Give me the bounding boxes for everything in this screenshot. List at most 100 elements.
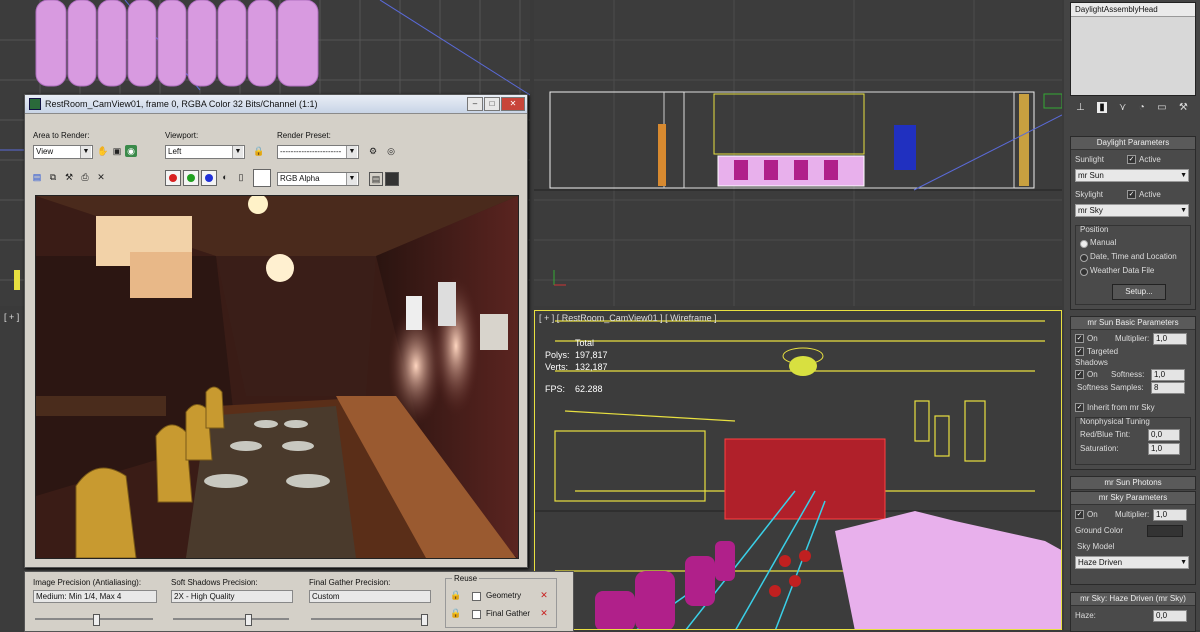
- nonphysical-group: Nonphysical Tuning Red/Blue Tint: 0,0 Sa…: [1075, 417, 1191, 465]
- display-tab-icon[interactable]: ▭: [1157, 102, 1166, 113]
- utilities-tab-icon[interactable]: ⚒: [1179, 102, 1188, 113]
- multiplier-spinner[interactable]: 1,0: [1153, 333, 1187, 345]
- haze-label: Haze:: [1075, 611, 1096, 620]
- channel-select[interactable]: RGB Alpha ▼: [277, 172, 359, 186]
- clear-geometry-icon[interactable]: ✕: [538, 589, 550, 601]
- soft-shadows-field[interactable]: 2X - High Quality: [171, 590, 293, 603]
- sunlight-active-checkbox[interactable]: ✓: [1127, 155, 1136, 164]
- sun-photons-title[interactable]: mr Sun Photons: [1071, 477, 1195, 490]
- close-button[interactable]: ✕: [501, 97, 525, 111]
- render-preset-value: -----------------------: [280, 147, 342, 156]
- minimize-button[interactable]: –: [467, 97, 483, 111]
- hand-icon[interactable]: ✋: [97, 145, 109, 157]
- clone-icon[interactable]: ⧉: [47, 171, 59, 183]
- toggle-ui-icon[interactable]: [385, 172, 399, 186]
- render-setup-icon[interactable]: ⚙: [367, 145, 379, 157]
- green-channel-toggle[interactable]: [183, 170, 199, 186]
- viewport-perspective-wireframe: [535, 320, 1061, 629]
- skylight-select[interactable]: mr Sky ▼: [1075, 204, 1189, 217]
- lock-icon[interactable]: 🔒: [253, 145, 265, 157]
- sky-params-title[interactable]: mr Sky Parameters: [1071, 492, 1195, 505]
- object-name[interactable]: DaylightAssemblyHead: [1071, 3, 1195, 17]
- blue-channel-toggle[interactable]: [201, 170, 217, 186]
- daylight-params-title[interactable]: Daylight Parameters: [1071, 137, 1195, 150]
- final-gather-slider[interactable]: [311, 614, 428, 626]
- sky-model-select[interactable]: Haze Driven ▼: [1075, 556, 1189, 569]
- inherit-checkbox[interactable]: ✓: [1075, 403, 1084, 412]
- fps-value: 62.288: [575, 384, 603, 394]
- targeted-label: Targeted: [1087, 347, 1119, 356]
- render-icon[interactable]: ◉: [125, 145, 137, 157]
- sun-on-checkbox[interactable]: ✓: [1075, 334, 1084, 343]
- skylight-label: Skylight: [1075, 190, 1104, 199]
- softness-spinner[interactable]: 1,0: [1151, 369, 1185, 381]
- softness-label: Softness:: [1111, 370, 1145, 379]
- object-preview[interactable]: DaylightAssemblyHead: [1070, 2, 1196, 96]
- reuse-group: Reuse 🔒 Geometry ✕ 🔒 Final Gather ✕: [445, 574, 557, 628]
- sky-on-checkbox[interactable]: ✓: [1075, 510, 1084, 519]
- region-icon[interactable]: ▣: [111, 145, 123, 157]
- sun-photons-rollout: mr Sun Photons: [1070, 476, 1196, 490]
- saturation-spinner[interactable]: 1,0: [1148, 443, 1180, 455]
- image-precision-field[interactable]: Medium: Min 1/4, Max 4: [33, 590, 157, 603]
- haze-spinner[interactable]: 0,0: [1153, 610, 1187, 622]
- lock-icon[interactable]: 🔒: [450, 607, 462, 619]
- area-to-render-select[interactable]: View ▼: [33, 145, 93, 159]
- manual-radio[interactable]: [1080, 240, 1088, 248]
- create-tab-icon[interactable]: ⊥: [1076, 102, 1085, 113]
- sky-model-label: Sky Model: [1077, 542, 1115, 551]
- weather-file-radio[interactable]: [1080, 268, 1088, 276]
- print-icon[interactable]: ⎙: [79, 171, 91, 183]
- alpha-toggle-icon[interactable]: ◐: [219, 171, 231, 183]
- maximize-button[interactable]: □: [484, 97, 500, 111]
- rendered-frame-window[interactable]: RestRoom_CamView01, frame 0, RGBA Color …: [24, 94, 528, 568]
- channel-value: RGB Alpha: [280, 174, 320, 183]
- geometry-checkbox[interactable]: [472, 592, 481, 601]
- soft-shadows-slider[interactable]: [173, 614, 289, 626]
- tools-icon[interactable]: ⚒: [63, 171, 75, 183]
- shadows-on-checkbox[interactable]: ✓: [1075, 370, 1084, 379]
- rendered-frame-titlebar[interactable]: RestRoom_CamView01, frame 0, RGBA Color …: [25, 95, 527, 114]
- redblue-spinner[interactable]: 0,0: [1148, 429, 1180, 441]
- skylight-value: mr Sky: [1078, 206, 1103, 215]
- motion-tab-icon[interactable]: ◔: [1139, 102, 1145, 113]
- chevron-down-icon: ▼: [232, 146, 243, 158]
- softness-samples-spinner[interactable]: 8: [1151, 382, 1185, 394]
- viewport-left-label[interactable]: [ + ]: [4, 312, 19, 322]
- skylight-active-checkbox[interactable]: ✓: [1127, 190, 1136, 199]
- sun-basic-title[interactable]: mr Sun Basic Parameters: [1071, 317, 1195, 330]
- clear-final-gather-icon[interactable]: ✕: [538, 607, 550, 619]
- lock-icon[interactable]: 🔒: [450, 589, 462, 601]
- viewport-left[interactable]: [534, 0, 1062, 306]
- date-time-radio[interactable]: [1080, 254, 1088, 262]
- targeted-checkbox[interactable]: ✓: [1075, 347, 1084, 356]
- shadows-on-label: On: [1087, 370, 1098, 379]
- color-swatch[interactable]: [253, 169, 271, 187]
- render-preset-select[interactable]: ----------------------- ▼: [277, 145, 359, 159]
- sun-basic-rollout: mr Sun Basic Parameters ✓ On Multiplier:…: [1070, 316, 1196, 470]
- environment-icon[interactable]: ◎: [385, 145, 397, 157]
- haze-title[interactable]: mr Sky: Haze Driven (mr Sky): [1071, 593, 1195, 606]
- sunlight-select[interactable]: mr Sun ▼: [1075, 169, 1189, 182]
- red-channel-toggle[interactable]: [165, 170, 181, 186]
- image-precision-slider[interactable]: [35, 614, 153, 626]
- viewport-value: Left: [168, 147, 182, 156]
- sun-on-label: On: [1087, 334, 1098, 343]
- sky-multiplier-spinner[interactable]: 1,0: [1153, 509, 1187, 521]
- modify-tab-icon[interactable]: ▮: [1097, 101, 1107, 113]
- save-icon[interactable]: ▤: [31, 171, 43, 183]
- viewport-perspective-label[interactable]: [ + ] [ RestRoom_CamView01 ] [ Wireframe…: [539, 313, 717, 323]
- manual-label: Manual: [1090, 238, 1117, 247]
- final-gather-checkbox[interactable]: [472, 610, 481, 619]
- clear-icon[interactable]: ✕: [95, 171, 107, 183]
- stats-verts-value: 132,187: [575, 362, 608, 372]
- viewport-select[interactable]: Left ▼: [165, 145, 245, 159]
- setup-button[interactable]: Setup...: [1112, 284, 1166, 300]
- viewport-perspective[interactable]: [ + ] [ RestRoom_CamView01 ] [ Wireframe…: [534, 310, 1062, 630]
- position-label: Position: [1080, 225, 1109, 234]
- final-gather-field[interactable]: Custom: [309, 590, 431, 603]
- ground-color-swatch[interactable]: [1147, 525, 1183, 537]
- hierarchy-tab-icon[interactable]: ⋎: [1119, 102, 1126, 113]
- display-icon[interactable]: ▤: [369, 172, 383, 186]
- mono-toggle-icon[interactable]: ▯: [235, 171, 247, 183]
